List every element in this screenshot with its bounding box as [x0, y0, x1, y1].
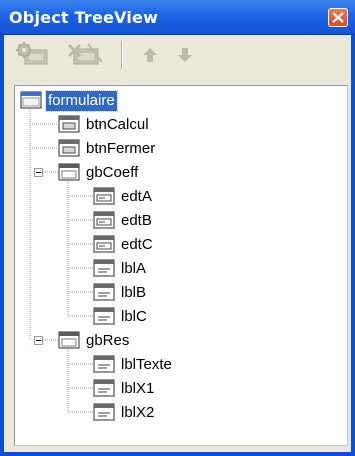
component-gear-icon [16, 42, 48, 65]
label-icon [93, 283, 115, 301]
toolbar-separator [121, 41, 123, 69]
arrow-down-icon [178, 48, 192, 62]
tree-node[interactable]: formulaire [15, 89, 345, 113]
tree-node[interactable]: lblA [15, 257, 345, 281]
collapse-toggle-icon[interactable] [34, 168, 43, 177]
tree-node[interactable]: edtC [15, 233, 345, 257]
tree-node-label[interactable]: lblB [119, 283, 148, 303]
toolbar [4, 35, 351, 75]
tree-node-label[interactable]: btnCalcul [84, 115, 151, 135]
close-button[interactable] [328, 8, 348, 27]
component-delete-icon [67, 43, 103, 65]
tree-node[interactable]: edtB [15, 209, 345, 233]
title-bar[interactable]: Object TreeView [0, 0, 355, 35]
move-down-button[interactable] [172, 40, 198, 70]
delete-component-button[interactable] [64, 40, 106, 70]
component-tree[interactable]: formulaire btnCalcul btnFermer gbCoeff edtA e… [14, 85, 348, 446]
move-up-button[interactable] [137, 40, 163, 70]
label-icon [93, 259, 115, 277]
arrow-up-icon [143, 48, 157, 62]
groupbox-icon [58, 163, 80, 181]
form-icon [20, 91, 42, 109]
tree-node-label[interactable]: edtB [119, 211, 154, 231]
tree-node[interactable]: lblB [15, 281, 345, 305]
tree-node[interactable]: edtA [15, 185, 345, 209]
tree-node[interactable]: lblTexte [15, 353, 345, 377]
label-icon [93, 355, 115, 373]
tree-node[interactable]: gbRes [15, 329, 345, 353]
tree-node[interactable]: lblX2 [15, 401, 345, 425]
window-title: Object TreeView [9, 8, 159, 27]
tree-node[interactable]: btnCalcul [15, 113, 345, 137]
edit-icon [93, 235, 115, 253]
tree-node[interactable]: gbCoeff [15, 161, 345, 185]
edit-icon [93, 187, 115, 205]
tree-node-label[interactable]: formulaire [45, 90, 118, 112]
object-treeview-window: Object TreeView formulaire btnCalcul btn… [0, 0, 355, 456]
button-icon [58, 139, 80, 157]
tree-node-label[interactable]: edtC [119, 235, 155, 255]
collapse-toggle-icon[interactable] [34, 336, 43, 345]
tree-node[interactable]: lblX1 [15, 377, 345, 401]
tree-node-label[interactable]: lblTexte [119, 355, 174, 375]
label-icon [93, 403, 115, 421]
label-icon [93, 379, 115, 397]
tree-node-label[interactable]: edtA [119, 187, 154, 207]
tree-panel: formulaire btnCalcul btnFermer gbCoeff edtA e… [4, 75, 351, 452]
close-icon [332, 12, 344, 23]
button-icon [58, 115, 80, 133]
tree-node-label[interactable]: gbCoeff [84, 163, 140, 183]
groupbox-icon [58, 331, 80, 349]
tree-node[interactable]: lblC [15, 305, 345, 329]
label-icon [93, 307, 115, 325]
tree-node-label[interactable]: btnFermer [84, 139, 157, 159]
add-component-button[interactable] [13, 40, 53, 70]
tree-node-label[interactable]: lblC [119, 307, 149, 327]
tree-node[interactable]: btnFermer [15, 137, 345, 161]
tree-node-label[interactable]: lblX2 [119, 403, 156, 423]
tree-node-label[interactable]: lblX1 [119, 379, 156, 399]
edit-icon [93, 211, 115, 229]
tree-node-label[interactable]: gbRes [84, 331, 131, 351]
tree-node-label[interactable]: lblA [119, 259, 148, 279]
